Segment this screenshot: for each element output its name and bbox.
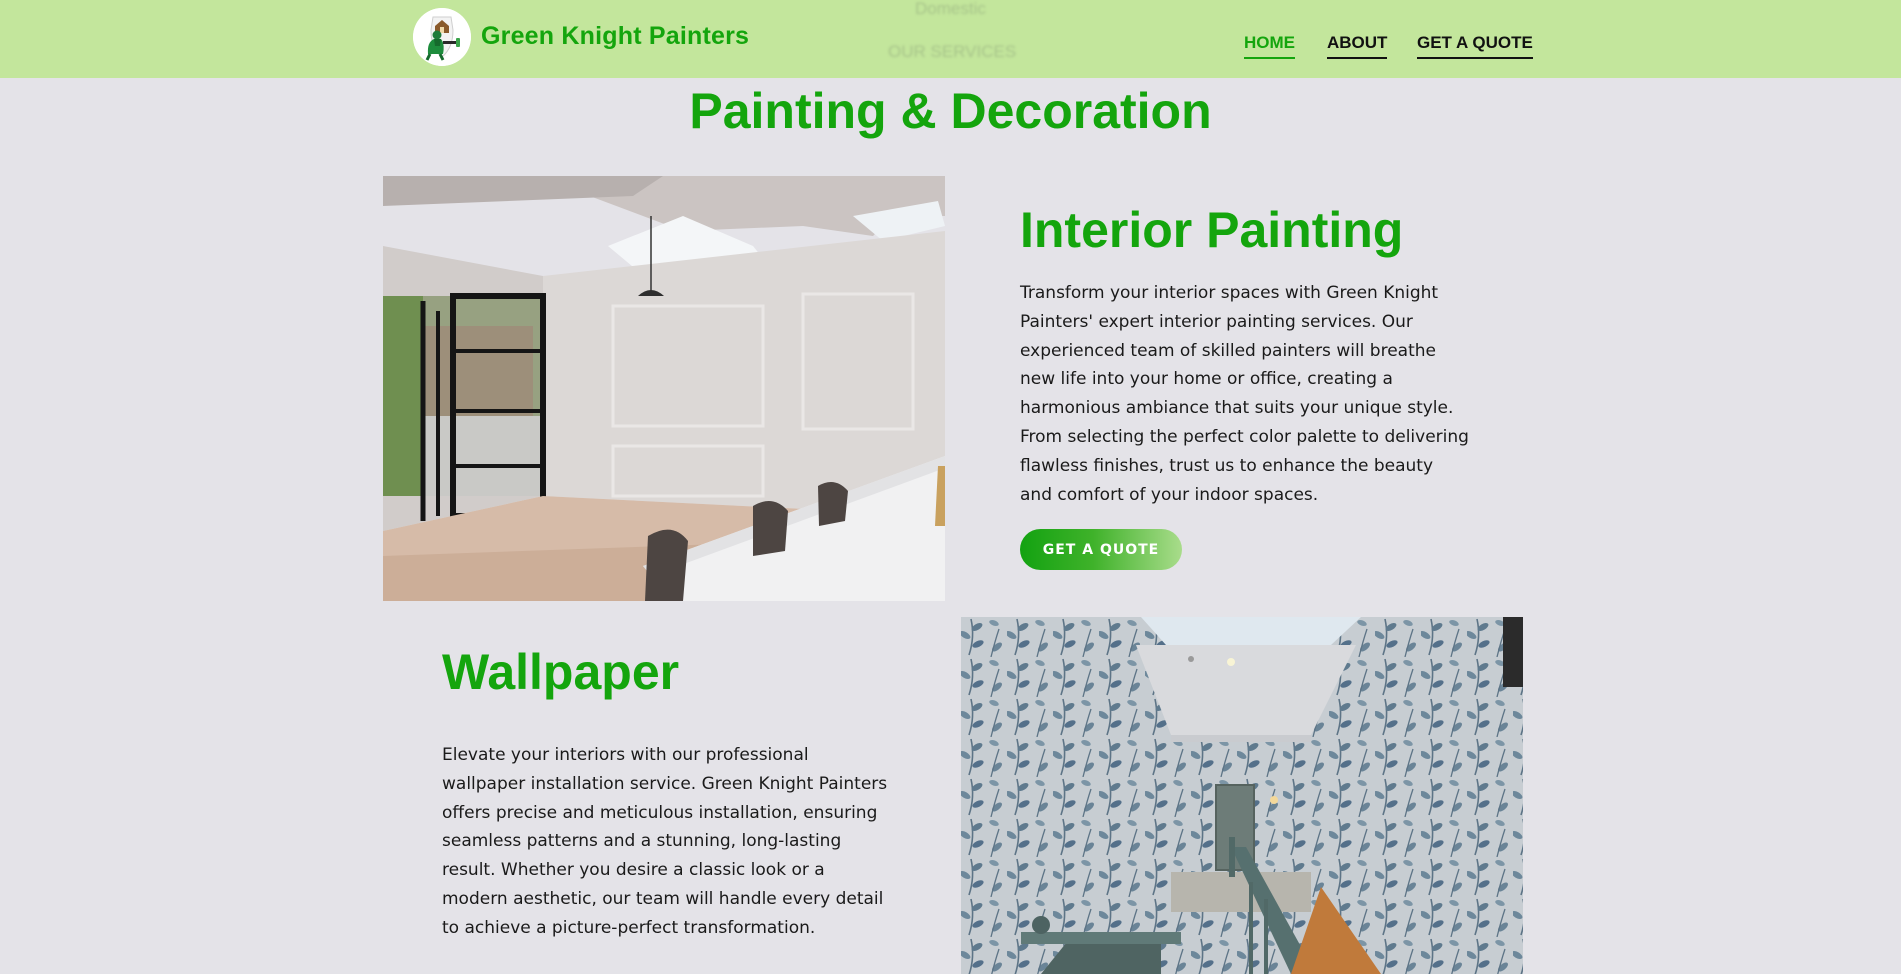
faded-menu-text: OUR SERVICES — [888, 42, 1017, 61]
knight-painter-logo-icon[interactable] — [413, 8, 471, 66]
wallpaper-heading: Wallpaper — [442, 644, 680, 700]
brand-name[interactable]: Green Knight Painters — [481, 22, 749, 51]
faded-menu-text: Domestic — [915, 0, 986, 18]
interior-room-photo — [383, 176, 945, 601]
section-title: Painting & Decoration — [689, 83, 1212, 139]
get-a-quote-button[interactable]: GET A QUOTE — [1020, 529, 1182, 570]
site-header: Green Knight Painters Domestic OUR SERVI… — [0, 0, 1901, 78]
interior-painting-heading: Interior Painting — [1020, 202, 1404, 258]
nav-link-about[interactable]: ABOUT — [1327, 33, 1388, 59]
nav-link-get-a-quote[interactable]: GET A QUOTE — [1417, 33, 1533, 59]
wallpapered-stairwell-photo — [961, 617, 1523, 974]
nav-link-home[interactable]: HOME — [1244, 33, 1295, 59]
interior-painting-description: Transform your interior spaces with Gree… — [1020, 283, 1469, 505]
wallpaper-description: Elevate your interiors with our professi… — [442, 745, 888, 938]
